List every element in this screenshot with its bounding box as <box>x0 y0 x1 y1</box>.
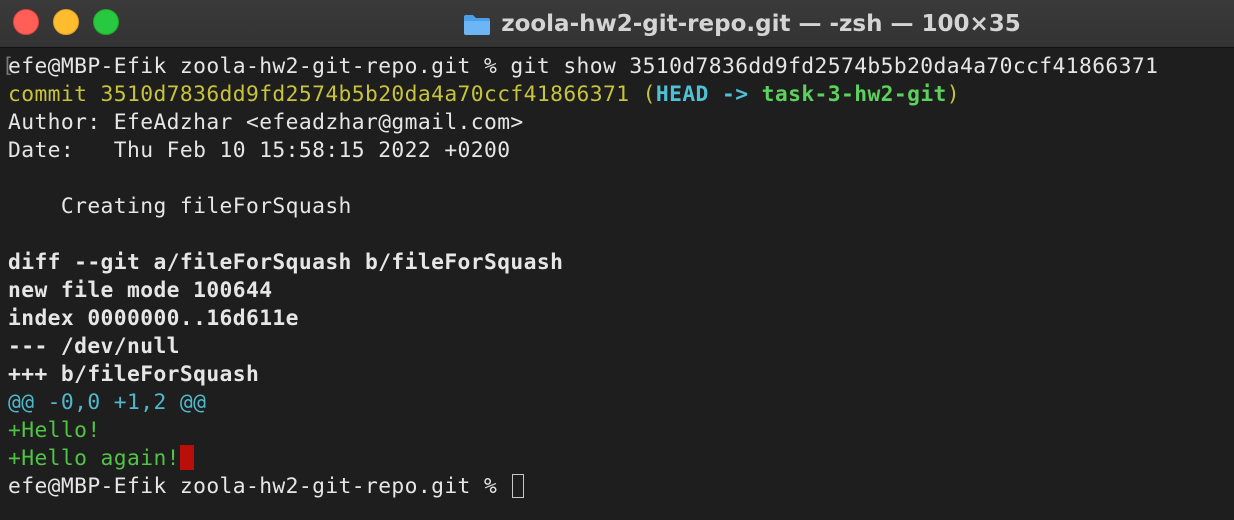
prompt-text: efe@MBP-Efik zoola-hw2-git-repo.git % <box>8 474 511 499</box>
minus-file-line: --- /dev/null <box>8 334 180 359</box>
ref-close: ) <box>946 82 961 107</box>
diff-header: diff --git a/fileForSquash b/fileForSqua… <box>8 250 564 275</box>
window-title-area: zoola-hw2-git-repo.git — -zsh — 100×35 <box>0 0 1234 48</box>
terminal-window: zoola-hw2-git-repo.git — -zsh — 100×35 [… <box>0 0 1234 520</box>
window-title: zoola-hw2-git-repo.git — -zsh — 100×35 <box>501 11 1021 37</box>
text-cursor[interactable] <box>512 474 525 498</box>
terminal-output[interactable]: [ efe@MBP-Efik zoola-hw2-git-repo.git % … <box>0 50 1234 520</box>
commit-message: Creating fileForSquash <box>8 194 352 219</box>
commit-hash: commit 3510d7836dd9fd2574b5b20da4a70ccf4… <box>8 82 630 107</box>
branch-ref: task-3-hw2-git <box>761 82 947 107</box>
folder-icon <box>463 13 491 36</box>
new-file-mode-line: new file mode 100644 <box>8 278 273 303</box>
added-line-1: +Hello! <box>8 418 101 443</box>
ref-open: ( <box>629 82 656 107</box>
added-line-2-text: +Hello again! <box>8 446 180 471</box>
author-line: Author: EfeAdzhar <efeadzhar@gmail.com> <box>8 110 524 135</box>
selection-bracket: [ <box>2 53 15 77</box>
added-line-2: +Hello again! <box>8 445 1234 473</box>
no-newline-marker <box>179 445 194 470</box>
prompt-line: efe@MBP-Efik zoola-hw2-git-repo.git % <box>8 473 1234 501</box>
index-line: index 0000000..16d611e <box>8 306 299 331</box>
commit-line: commit 3510d7836dd9fd2574b5b20da4a70ccf4… <box>8 81 1234 109</box>
hunk-header: @@ -0,0 +1,2 @@ <box>8 390 207 415</box>
head-ref: HEAD <box>655 82 709 107</box>
date-line: Date: Thu Feb 10 15:58:15 2022 +0200 <box>8 138 511 163</box>
ref-arrow: -> <box>708 82 762 107</box>
plus-file-line: +++ b/fileForSquash <box>8 362 260 387</box>
command-line: efe@MBP-Efik zoola-hw2-git-repo.git % gi… <box>8 54 1159 79</box>
title-bar[interactable]: zoola-hw2-git-repo.git — -zsh — 100×35 <box>0 0 1234 48</box>
